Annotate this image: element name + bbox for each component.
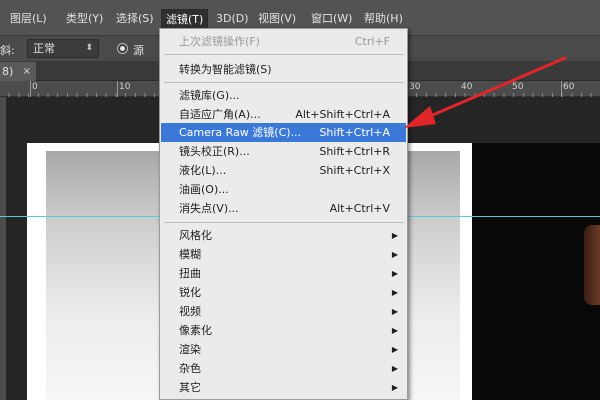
chevron-right-icon: ▶ [391,383,398,392]
menu-filter[interactable]: 滤镜(T) [161,9,209,29]
menu-type[interactable]: 类型(Y) [62,9,107,29]
ruler-major-tick [117,81,118,97]
menu-item-lens-correction[interactable]: 镜头校正(R)... Shift+Ctrl+R [161,142,406,161]
menu-item-shortcut: Shift+Ctrl+R [319,145,390,158]
chevron-right-icon: ▶ [391,269,398,278]
mode-value: 正常 [33,42,55,55]
menu-item-liquify[interactable]: 液化(L)... Shift+Ctrl+X [161,161,406,180]
menu-item-label: 镜头校正(R)... [179,145,250,158]
chevron-right-icon: ▶ [391,364,398,373]
ruler-label: 10 [119,82,131,92]
tilt-label: 斜: [0,44,15,57]
menu-item-label: 杂色 [179,362,201,375]
ruler-label: 30 [409,82,421,92]
menu-select[interactable]: 选择(S) [112,9,158,29]
menu-item-last-filter[interactable]: 上次滤镜操作(F) Ctrl+F [161,32,406,51]
ruler-label: 60 [563,82,575,92]
chevron-right-icon: ▶ [391,231,398,240]
chevron-right-icon: ▶ [391,345,398,354]
menu-item-other[interactable]: 其它 ▶ [161,378,406,397]
ruler-major-tick [561,81,562,97]
mode-select[interactable]: 正常 ⬍ [27,39,99,58]
source-label: 源 [133,44,144,57]
ruler-major-tick [30,81,31,97]
chevron-right-icon: ▶ [391,250,398,259]
menu-item-label: 锐化 [179,286,201,299]
close-icon[interactable]: × [23,62,31,81]
menu-item-label: 油画(O)... [179,183,229,196]
document-tab-title: 8) [2,65,14,78]
menu-item-shortcut: Shift+Ctrl+A [319,126,390,139]
menu-item-camera-raw[interactable]: Camera Raw 滤镜(C)... Shift+Ctrl+A [161,123,406,142]
menu-item-smart-filter[interactable]: 转换为智能滤镜(S) [161,60,406,79]
menu-item-shortcut: Ctrl+F [354,35,390,48]
menu-item-distort[interactable]: 扭曲 ▶ [161,264,406,283]
chevron-right-icon: ▶ [391,288,398,297]
menu-item-label: 液化(L)... [179,164,227,177]
menu-3d[interactable]: 3D(D) [212,9,253,29]
menu-item-pixelate[interactable]: 像素化 ▶ [161,321,406,340]
menu-window[interactable]: 窗口(W) [307,9,356,29]
ruler-label: 40 [461,82,473,92]
vertical-ruler [0,97,6,400]
filter-menu: 上次滤镜操作(F) Ctrl+F 转换为智能滤镜(S) 滤镜库(G)... 自适… [159,28,408,400]
menu-item-vanishing-point[interactable]: 消失点(V)... Alt+Ctrl+V [161,199,406,218]
menu-item-label: 视频 [179,305,201,318]
menu-item-adaptive-wide-angle[interactable]: 自适应广角(A)... Alt+Shift+Ctrl+A [161,105,406,124]
chevron-right-icon: ▶ [391,307,398,316]
chevron-right-icon: ▶ [391,326,398,335]
menu-item-video[interactable]: 视频 ▶ [161,302,406,321]
menu-item-label: 扭曲 [179,267,201,280]
menu-item-noise[interactable]: 杂色 ▶ [161,359,406,378]
menu-item-label: 风格化 [179,229,212,242]
menu-item-label: 其它 [179,381,201,394]
radio-selected-icon[interactable] [117,43,128,54]
menu-item-render[interactable]: 渲染 ▶ [161,340,406,359]
menu-item-label: 模糊 [179,248,201,261]
dark-image-area [472,143,600,400]
chevron-updown-icon: ⬍ [85,43,93,53]
menu-item-label: 像素化 [179,324,212,337]
menu-item-shortcut: Shift+Ctrl+X [319,164,390,177]
menu-separator [164,222,403,223]
menu-item-label: Camera Raw 滤镜(C)... [179,126,302,139]
menu-separator [164,82,403,83]
menu-item-label: 渲染 [179,343,201,356]
menu-item-filter-gallery[interactable]: 滤镜库(G)... [161,86,406,105]
menu-item-label: 上次滤镜操作(F) [179,35,260,48]
menu-item-blur[interactable]: 模糊 ▶ [161,245,406,264]
ruler-label: 0 [32,82,38,92]
photo-subject-edge [584,225,600,305]
menu-help[interactable]: 帮助(H) [360,9,407,29]
menu-item-label: 滤镜库(G)... [179,89,240,102]
menu-item-label: 自适应广角(A)... [179,108,261,121]
document-tab[interactable]: 8) × [0,62,36,81]
menu-item-shortcut: Alt+Shift+Ctrl+A [295,108,390,121]
menu-view[interactable]: 视图(V) [254,9,300,29]
ruler-label: 50 [512,82,524,92]
menu-item-oil-paint[interactable]: 油画(O)... [161,180,406,199]
menu-item-sharpen[interactable]: 锐化 ▶ [161,283,406,302]
menu-item-label: 消失点(V)... [179,202,239,215]
menu-layer[interactable]: 图层(L) [6,9,51,29]
menu-item-shortcut: Alt+Ctrl+V [329,202,390,215]
menu-item-label: 转换为智能滤镜(S) [179,63,272,76]
menu-item-stylize[interactable]: 风格化 ▶ [161,226,406,245]
menu-separator [164,54,403,55]
